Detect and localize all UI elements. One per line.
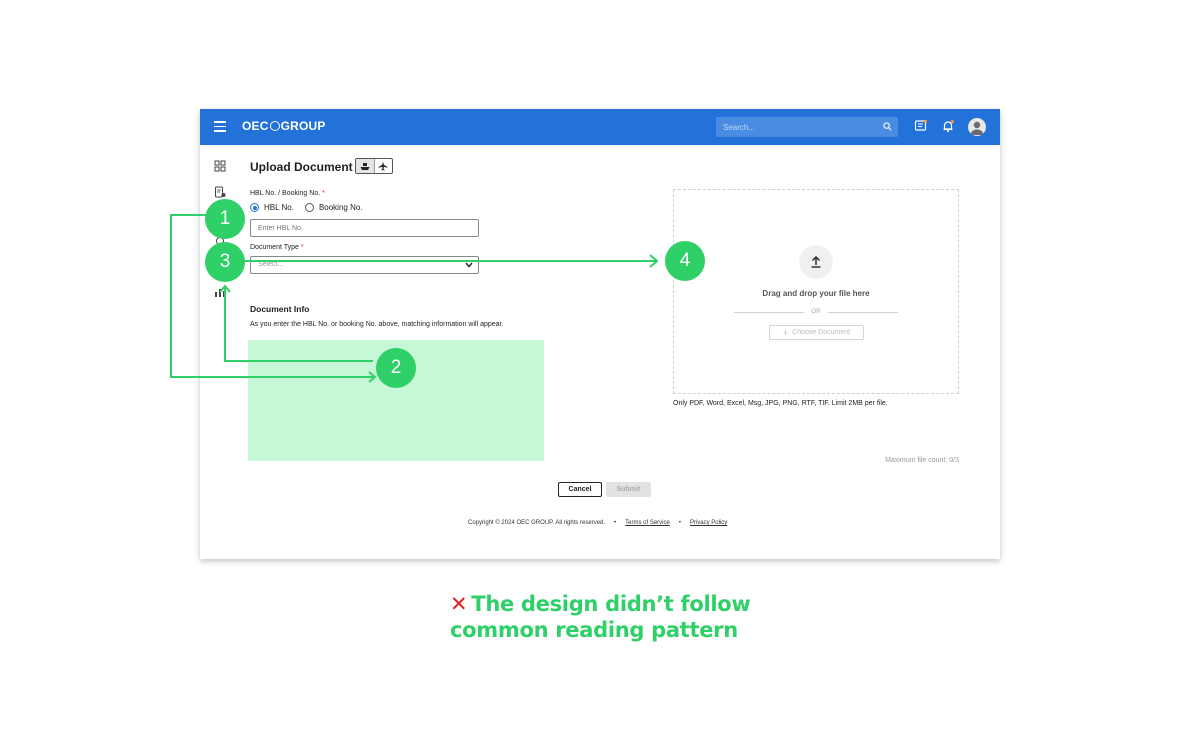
- submit-button[interactable]: Submit: [606, 482, 651, 497]
- drop-text: Drag and drop your file here: [762, 289, 870, 298]
- air-mode-button[interactable]: [375, 159, 393, 173]
- caption-line-2: common reading pattern: [450, 618, 738, 642]
- document-info-title: Document Info: [250, 304, 310, 314]
- file-dropzone[interactable]: Drag and drop your file here OR + Choose…: [673, 189, 959, 394]
- ship-icon: [360, 162, 370, 170]
- bell-icon[interactable]: [941, 119, 955, 133]
- ship-mode-button[interactable]: [356, 159, 375, 173]
- user-icon: [970, 121, 984, 135]
- radio-hbl[interactable]: [250, 203, 259, 212]
- document-type-label-text: Document Type: [250, 244, 299, 251]
- radio-hbl-label[interactable]: HBL No.: [264, 203, 294, 212]
- search-input[interactable]: [716, 117, 876, 137]
- hbl-booking-label: HBL No. / Booking No. *: [250, 190, 325, 197]
- document-type-label: Document Type *: [250, 244, 304, 251]
- stage: OECGROUP Upload Document HBL: [0, 0, 1200, 750]
- globe-icon: [269, 121, 280, 131]
- brand-left-text: OEC: [242, 119, 269, 133]
- document-settings-icon[interactable]: [214, 186, 226, 198]
- top-bar: OEC GROUP: [200, 109, 1000, 145]
- radio-booking[interactable]: [304, 203, 314, 212]
- max-file-count: Maximum file count: 0/3: [885, 457, 959, 464]
- choose-document-button[interactable]: + Choose Document: [769, 325, 864, 340]
- caption-line-1-text: The design didn’t follow: [471, 592, 751, 616]
- document-info-text: As you enter the HBL No. or booking No. …: [250, 321, 504, 328]
- brand-right-text: GROUP: [280, 119, 326, 133]
- hbl-input[interactable]: [250, 219, 479, 237]
- required-mark: *: [322, 190, 325, 197]
- footer-separator: •: [678, 520, 681, 526]
- upload-icon: [811, 256, 821, 268]
- required-mark: *: [300, 244, 304, 251]
- search-box[interactable]: [716, 117, 898, 137]
- footer-separator: •: [614, 520, 617, 526]
- menu-icon[interactable]: [214, 121, 226, 133]
- plus-icon: +: [782, 327, 789, 338]
- step-1-marker: 1: [205, 199, 245, 239]
- id-type-radio-group: HBL No. Booking No.: [250, 203, 363, 212]
- airplane-icon: [378, 161, 388, 171]
- brand-logo: OEC GROUP: [242, 119, 326, 133]
- avatar[interactable]: [968, 118, 986, 136]
- radio-booking-label[interactable]: Booking No.: [319, 203, 363, 212]
- or-text: OR: [811, 308, 821, 315]
- terms-link[interactable]: Terms of Service: [625, 520, 670, 526]
- document-type-placeholder: Select...: [258, 261, 284, 268]
- annotation-caption: ✕ The design didn’t follow common reading…: [450, 591, 751, 643]
- step-3-marker: 3: [205, 242, 245, 282]
- allowed-formats-text: Only PDF, Word, Excel, Msg, JPG, PNG, RT…: [673, 400, 888, 407]
- privacy-link[interactable]: Privacy Policy: [690, 520, 727, 526]
- transport-mode-toggle[interactable]: [355, 158, 393, 174]
- upload-button[interactable]: [799, 245, 833, 279]
- step-2-marker: 2: [376, 348, 416, 388]
- error-x-icon: ✕: [450, 592, 468, 616]
- step-4-marker: 4: [665, 241, 705, 281]
- chart-icon[interactable]: [214, 286, 226, 298]
- chevron-down-icon[interactable]: [465, 262, 473, 268]
- page-title: Upload Document: [250, 160, 353, 174]
- hbl-booking-label-text: HBL No. / Booking No.: [250, 190, 321, 197]
- dashboard-icon[interactable]: [214, 160, 226, 172]
- choose-document-label: Choose Document: [792, 329, 851, 336]
- footer: Copyright © 2024 OEC GROUP. All rights r…: [468, 520, 727, 526]
- search-icon[interactable]: [883, 122, 892, 131]
- caption-line-1: ✕ The design didn’t follow: [450, 591, 751, 617]
- document-type-select[interactable]: Select...: [250, 256, 479, 274]
- copyright-text: Copyright © 2024 OEC GROUP. All rights r…: [468, 520, 606, 526]
- message-icon[interactable]: [914, 119, 928, 133]
- app-window: OECGROUP Upload Document HBL: [200, 109, 1000, 559]
- cancel-button[interactable]: Cancel: [558, 482, 602, 497]
